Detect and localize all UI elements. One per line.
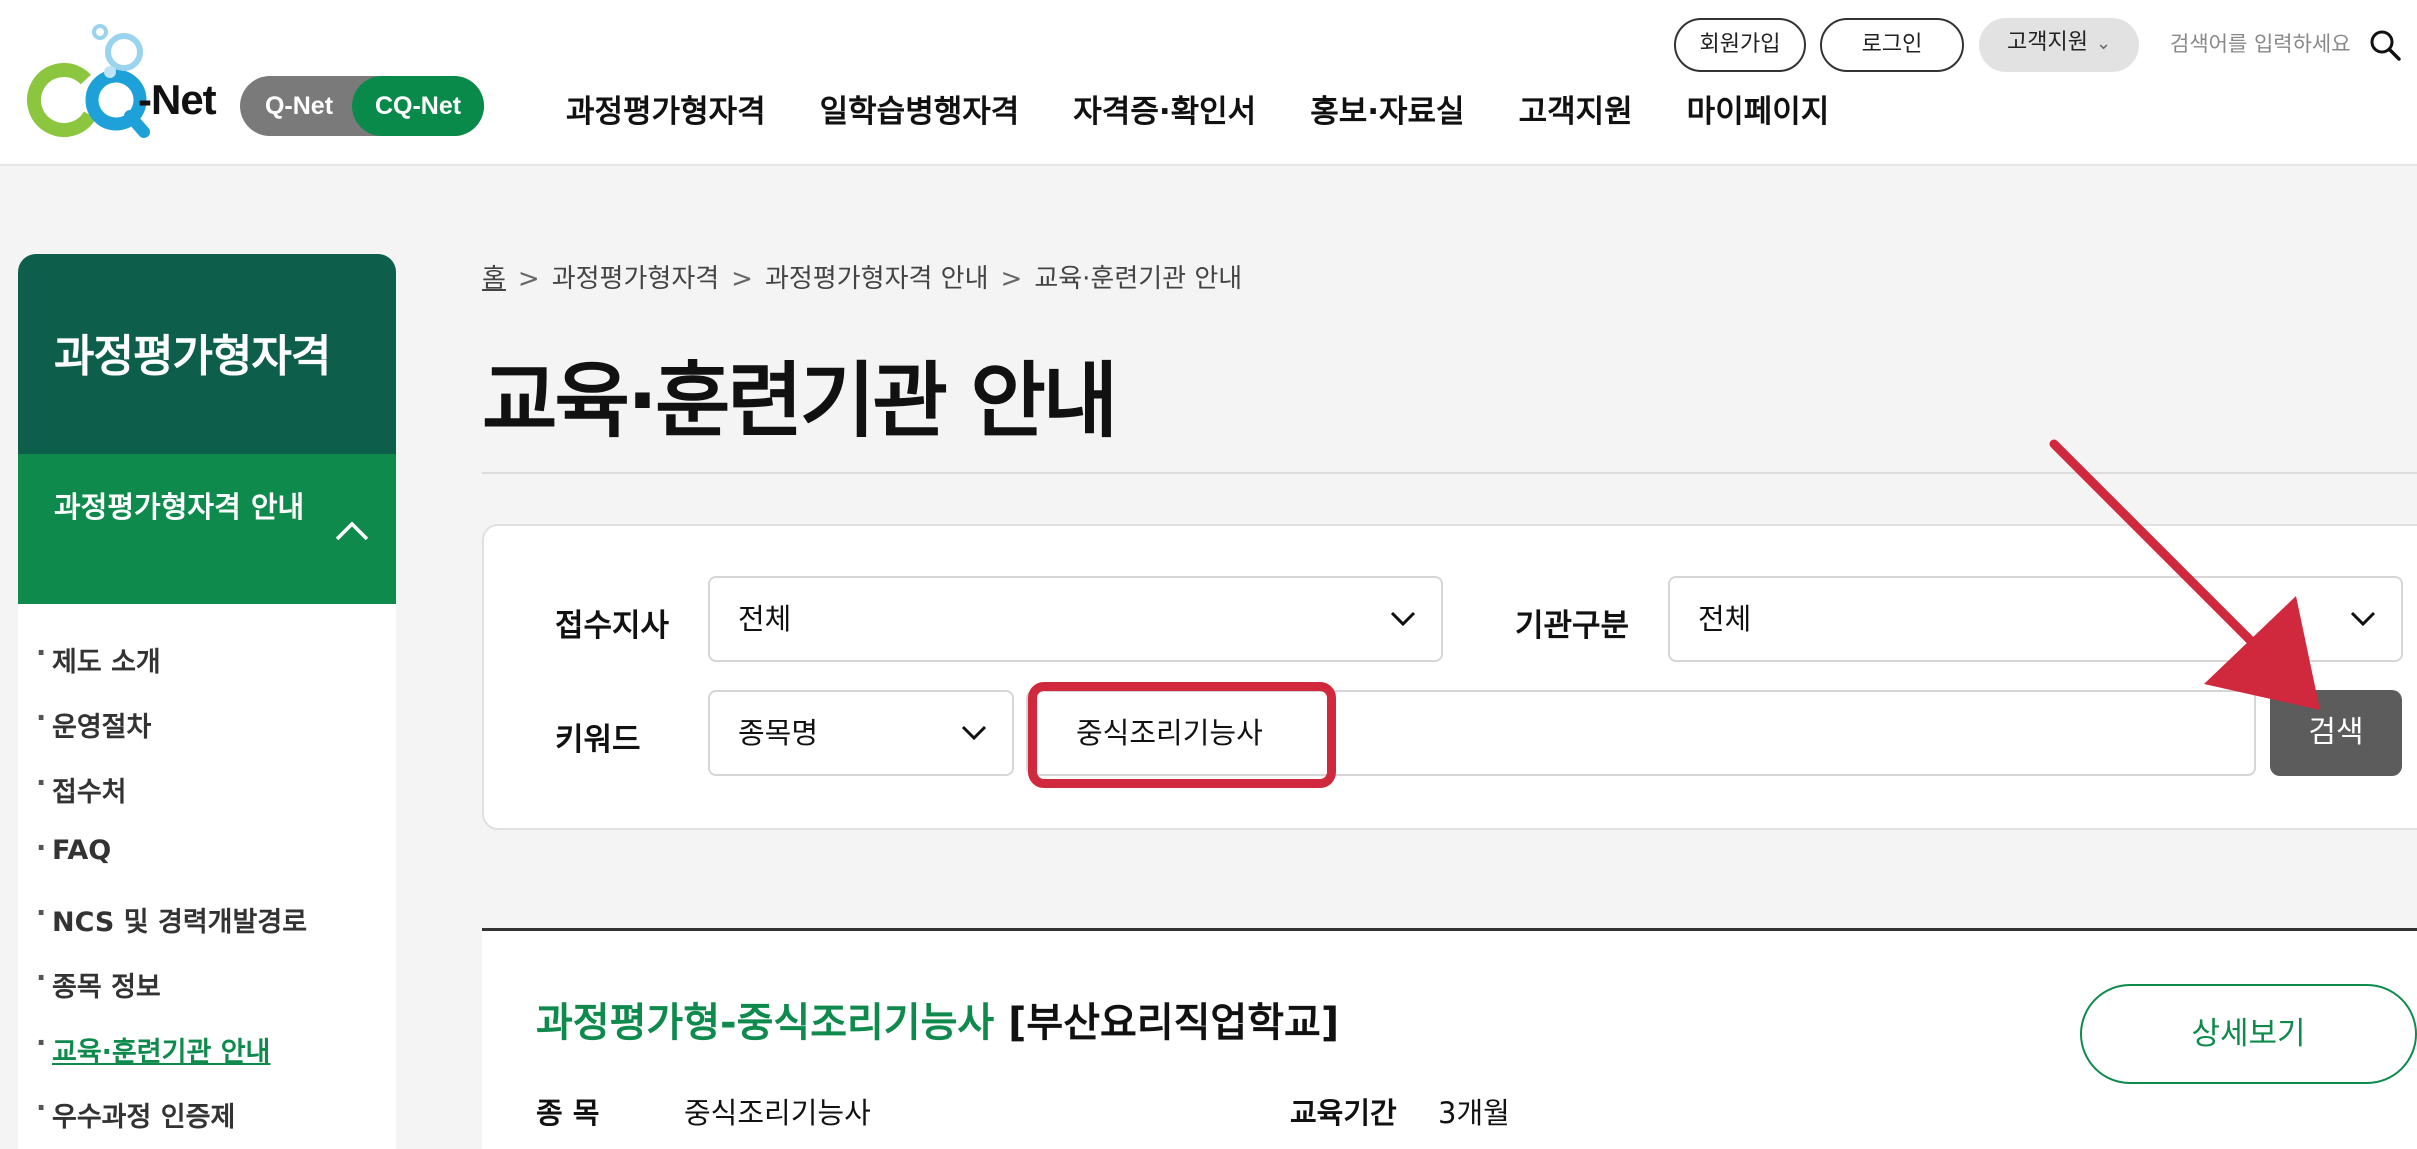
detail-view-button[interactable]: 상세보기 (2080, 984, 2417, 1084)
breadcrumb-item[interactable]: 과정평가형자격 (552, 264, 719, 294)
sidebar-item-reception[interactable]: 접수처 (36, 768, 126, 809)
branch-label: 접수지사 (555, 608, 670, 644)
nav-mypage[interactable]: 마이페이지 (1687, 86, 1830, 131)
breadcrumb-current: 교육·훈련기관 안내 (1034, 264, 1243, 294)
result-title[interactable]: 과정평가형-중식조리기능사 [부산요리직업학교] (536, 990, 1339, 1048)
site-header: -Net Q-Net CQ-Net 과정평가형자격 일학습병행자격 자격증·확인… (0, 0, 2417, 166)
keyword-label: 키워드 (555, 722, 641, 758)
annotation-arrow-icon (2049, 439, 2320, 710)
nav-customer-support[interactable]: 고객지원 (1519, 86, 1633, 131)
sidebar-item-system-intro[interactable]: 제도 소개 (36, 638, 161, 679)
chevron-right-icon: > (517, 264, 540, 294)
join-button[interactable]: 회원가입 (1674, 18, 1806, 72)
result-duration-value: 3개월 (1438, 1096, 1510, 1130)
keyword-type-select[interactable]: 종목명 (708, 690, 1014, 776)
breadcrumb-item[interactable]: 과정평가형자격 안내 (765, 264, 989, 294)
sidebar-item-ncs[interactable]: NCS 및 경력개발경로 (36, 898, 307, 939)
sidebar-item-procedure[interactable]: 운영절차 (36, 703, 151, 744)
result-field-label: 종 목 (536, 1096, 600, 1130)
nav-certificate[interactable]: 자격증·확인서 (1073, 86, 1256, 131)
nav-course-evaluation[interactable]: 과정평가형자격 (566, 86, 766, 131)
org-type-select-value: 전체 (1698, 602, 1752, 636)
support-dropdown[interactable]: 고객지원 ⌄ (1979, 18, 2139, 72)
site-switch: Q-Net CQ-Net (240, 76, 484, 136)
branch-select[interactable]: 전체 (708, 576, 1443, 662)
chevron-down-icon (961, 725, 987, 741)
chevron-up-icon[interactable] (334, 518, 370, 542)
sidebar-item-item-info[interactable]: 종목 정보 (36, 963, 161, 1004)
org-type-label: 기관구분 (1515, 608, 1630, 644)
logo-text: -Net (138, 76, 217, 123)
result-field-value: 중식조리기능사 (684, 1096, 871, 1130)
chevron-right-icon: > (1000, 264, 1023, 294)
breadcrumb-home[interactable]: 홈 (482, 264, 506, 294)
login-button[interactable]: 로그인 (1820, 18, 1964, 72)
page-title: 교육·훈련기관 안내 (482, 354, 1118, 449)
nav-work-learning[interactable]: 일학습병행자격 (820, 86, 1020, 131)
keyword-type-value: 종목명 (738, 716, 819, 750)
chevron-down-icon (1390, 611, 1416, 627)
switch-cqnet[interactable]: CQ-Net (352, 76, 484, 136)
result-institution-name: [부산요리직업학교] (1008, 1000, 1340, 1046)
chevron-right-icon: > (731, 264, 753, 294)
search-icon[interactable] (2368, 28, 2402, 62)
annotation-highlight-box (1028, 682, 1336, 788)
result-duration-label: 교육기간 (1290, 1096, 1397, 1130)
sidebar-title: 과정평가형자격 (54, 331, 331, 382)
branch-select-value: 전체 (738, 602, 792, 636)
switch-qnet[interactable]: Q-Net (240, 76, 358, 136)
support-label: 고객지원 (2006, 30, 2088, 55)
sidebar-item-training-institutions[interactable]: 교육·훈련기관 안내 (36, 1028, 270, 1069)
sidebar-item-excellence-cert[interactable]: 우수과정 인증제 (36, 1093, 235, 1134)
sidebar-item-faq[interactable]: FAQ (36, 833, 111, 866)
top-search-input[interactable]: 검색어를 입력하세요 (2170, 28, 2351, 58)
sidebar-menu: 제도 소개 운영절차 접수처 FAQ NCS 및 경력개발경로 종목 정보 교육… (18, 604, 396, 1149)
nav-pr-archive[interactable]: 홍보·자료실 (1310, 86, 1464, 131)
result-program-name: 과정평가형-중식조리기능사 (536, 1000, 995, 1046)
main-nav: 과정평가형자격 일학습병행자격 자격증·확인서 홍보·자료실 고객지원 마이페이… (566, 86, 1883, 131)
sidebar-header: 과정평가형자격 (18, 254, 396, 454)
chevron-down-icon: ⌄ (2095, 33, 2112, 54)
breadcrumb: 홈 > 과정평가형자격 > 과정평가형자격 안내 > 교육·훈련기관 안내 (482, 258, 1242, 295)
sidebar-section-label: 과정평가형자격 안내 (54, 490, 305, 524)
